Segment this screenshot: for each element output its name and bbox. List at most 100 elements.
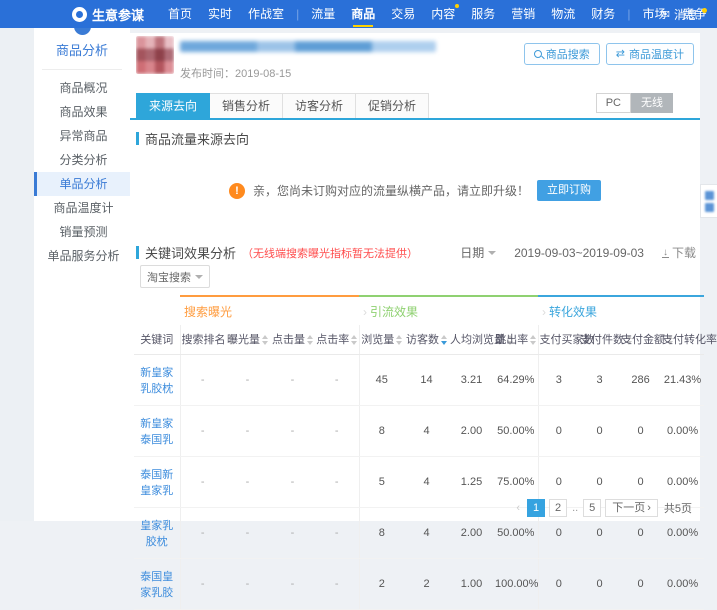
col-header-浏览量[interactable]: 浏览量 [358,325,405,355]
toggle-wireless[interactable]: 无线 [631,93,673,113]
col-header-支付金额[interactable]: 支付金额 [620,325,674,355]
tab-促销分析[interactable]: 促销分析 [356,93,430,118]
channel-select-value: 淘宝搜索 [147,271,191,284]
col-header-曝光量[interactable]: 曝光量 [225,325,270,355]
nav-separator: | [296,7,300,21]
main-content: 发布时间：2019-08-15 商品搜索 ⇄ 商品温度计 来源去向 销售分析 访客分… [130,33,717,610]
keyword-link[interactable]: 皇家乳胶枕 [134,507,180,559]
sidebar-item-商品效果[interactable]: 商品效果 [34,100,130,124]
keyword-link[interactable]: 新皇家泰国乳 [134,405,180,457]
sort-icon[interactable] [262,335,268,346]
cell-value: - [270,354,315,406]
nav-item-流量[interactable]: 流量 [311,0,335,28]
table-row: 泰国皇家乳胶 - - - -2 2 1.00 100.00% 0 0 0 0.00% [134,558,705,610]
cell-value: 4 [404,507,450,559]
tab-销售分析[interactable]: 销售分析 [210,93,284,118]
sidebar-item-单品服务分析[interactable]: 单品服务分析 [34,244,130,268]
sort-icon[interactable] [307,335,313,346]
sort-icon[interactable] [351,335,358,346]
sidebar-item-异常商品[interactable]: 异常商品 [34,124,130,148]
col-header-人均浏览量[interactable]: 人均浏览量 [449,325,514,355]
nav-item-作战室[interactable]: 作战室 [248,0,284,28]
upgrade-notice-text: 亲，您尚未订购对应的流量纵横产品，请立即升级！ [252,184,529,198]
product-search-button[interactable]: 商品搜索 [523,43,600,65]
message-label: 消息 [673,7,698,22]
col-header-跳出率[interactable]: 跳出率 [494,325,539,355]
topnav-items: 首页实时作战室|流量商品交易内容服务营销物流财务|市场竞争|业务专区|取数学院 [160,0,717,28]
next-page-button[interactable]: 下一页 › [605,499,658,517]
cell-value: 3 [537,354,580,406]
nav-item-商品[interactable]: 商品 [351,0,375,28]
col-header-label: 浏览量 [361,334,395,346]
cell-value: 4 [404,456,450,508]
nav-item-营销[interactable]: 营销 [511,0,535,28]
sidebar-item-单品分析[interactable]: 单品分析 [34,172,130,196]
sort-icon[interactable] [441,335,448,346]
next-page-arrow-icon: › [647,502,651,514]
sidebar-item-分类分析[interactable]: 分类分析 [34,148,130,172]
cell-value: 0 [537,405,580,457]
sort-down-arrow [307,341,313,346]
page-ellipsis: .. [572,502,579,514]
channel-select[interactable]: 淘宝搜索 [140,265,210,288]
keyword-section-header: 关键词效果分析 （无线端搜索曝光指标暂无法提供） 日期 2019-09-03~2… [136,243,696,262]
tab-来源去向[interactable]: 来源去向 [136,93,211,118]
page-button-1[interactable]: 1 [527,499,546,517]
prev-page-button[interactable]: ‹ [513,502,523,514]
group-chevron-icon: › [363,305,368,319]
nav-item-首页[interactable]: 首页 [168,0,192,28]
sort-down-arrow [262,341,268,346]
sort-down-arrow [530,341,537,346]
app-logo[interactable]: 生意参谋 [72,5,144,24]
order-now-button[interactable]: 立即订购 [537,180,601,201]
col-header-支付件数[interactable]: 支付件数 [579,325,633,355]
keyword-link[interactable]: 泰国新皇家乳 [134,456,180,508]
col-header-搜索排名[interactable]: 搜索排名 [179,325,234,355]
sort-icon[interactable] [530,335,537,346]
total-pages: 共5页 [663,503,692,515]
sidebar-item-销量预测[interactable]: 销量预测 [34,220,130,244]
product-thermometer-button[interactable]: ⇄ 商品温度计 [605,43,694,65]
col-header-点击率[interactable]: 点击率 [315,325,360,355]
keyword-link[interactable]: 新皇家乳胶枕 [134,354,180,406]
product-search-label: 商品搜索 [545,49,590,61]
col-header-label: 曝光量 [227,334,260,346]
download-button[interactable]: ↓ 下载 [661,244,696,261]
cell-value: - [225,558,270,610]
col-header-label: 支付件数 [580,334,625,346]
nav-item-服务[interactable]: 服务 [471,0,495,28]
cell-value: 0 [537,558,580,610]
tab-访客分析[interactable]: 访客分析 [283,93,357,118]
toggle-pc[interactable]: PC [595,93,631,113]
col-header-点击量[interactable]: 点击量 [270,325,315,355]
nav-item-财务[interactable]: 财务 [591,0,615,28]
date-dropdown[interactable]: 日期 [460,244,497,261]
cell-value: - [270,507,315,559]
message-badge-dot [702,7,707,13]
nav-item-实时[interactable]: 实时 [208,0,232,28]
blurred-product-title [180,41,436,52]
col-header-访客数[interactable]: 访客数 [404,325,450,355]
page-button-2[interactable]: 2 [549,499,568,517]
top-navbar: 生意参谋 首页实时作战室|流量商品交易内容服务营销物流财务|市场竞争|业务专区|… [0,0,717,28]
flow-section-header: 商品流量来源去向 [136,129,249,148]
keyword-link[interactable]: 泰国皇家乳胶 [134,558,180,610]
nav-item-内容[interactable]: 内容 [431,0,460,28]
next-page-label: 下一页 [612,502,646,514]
side-floating-tab[interactable] [700,184,717,218]
col-header-支付转化率[interactable]: 支付转化率 [661,325,717,355]
sidebar-item-商品概况[interactable]: 商品概况 [34,76,130,100]
sidebar-item-商品温度计[interactable]: 商品温度计 [34,196,130,220]
cell-value: - [179,558,225,610]
envelope-icon: ✉ [660,8,670,21]
cell-value: - [315,405,360,457]
cell-value: - [225,354,270,406]
sort-icon[interactable] [396,335,403,346]
col-header-支付买家数[interactable]: 支付买家数 [537,325,595,355]
nav-item-物流[interactable]: 物流 [551,0,575,28]
nav-separator: | [627,7,631,21]
sort-up-arrow [351,335,358,340]
nav-item-交易[interactable]: 交易 [391,0,415,28]
message-button[interactable]: ✉ 消息 [661,0,707,28]
page-button-5[interactable]: 5 [583,499,602,517]
